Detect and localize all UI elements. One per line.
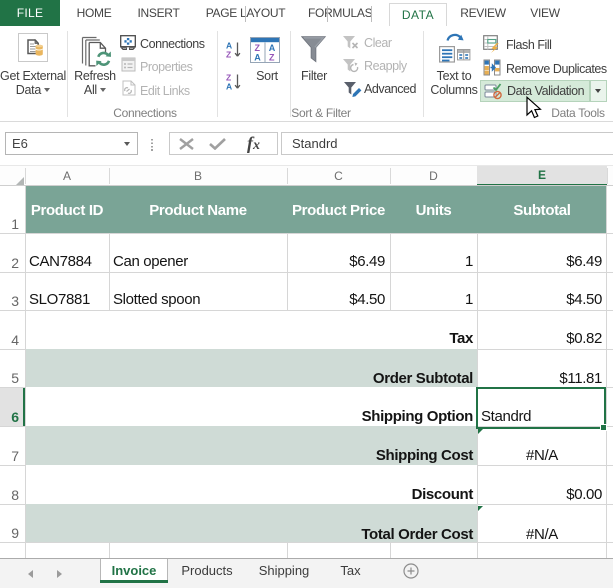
svg-text:A: A xyxy=(254,53,261,63)
svg-text:Z: Z xyxy=(269,53,275,63)
svg-text:A: A xyxy=(269,43,276,53)
svg-text:A: A xyxy=(226,82,232,92)
svg-text:Z: Z xyxy=(226,50,231,60)
svg-text:Z: Z xyxy=(255,43,261,53)
